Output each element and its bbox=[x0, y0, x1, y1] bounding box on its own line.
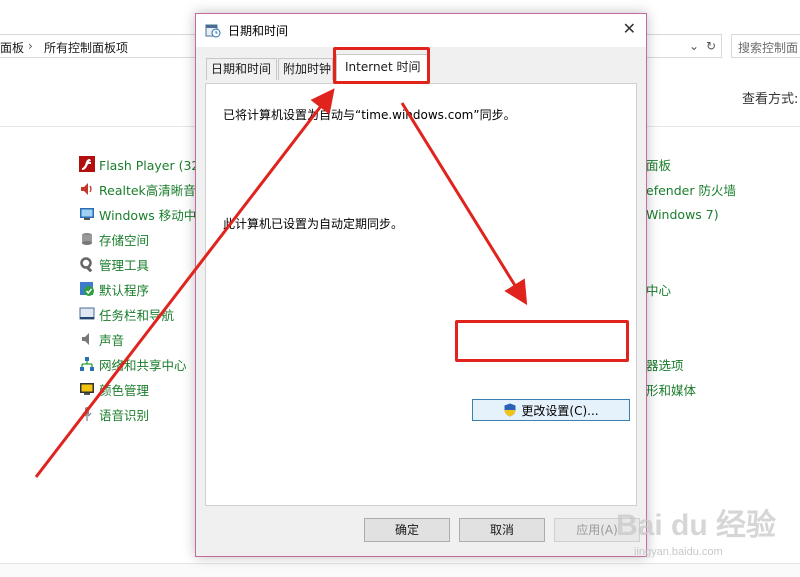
cp-item-speech-recognition[interactable]: 语音识别 bbox=[79, 405, 149, 423]
default-programs-icon bbox=[80, 282, 94, 296]
clock-calendar-icon bbox=[205, 24, 221, 38]
chevron-down-icon[interactable]: ⌄ bbox=[686, 38, 702, 54]
network-icon bbox=[80, 357, 94, 371]
change-settings-button[interactable]: 更改设置(C)... bbox=[472, 399, 630, 421]
sync-status-text: 已将计算机设置为自动与“time.windows.com”同步。 bbox=[223, 108, 516, 122]
highlight-change-settings-button bbox=[455, 320, 629, 362]
tab-additional-clocks[interactable]: 附加时钟 bbox=[278, 58, 333, 80]
cp-item-right-6[interactable]: 形和媒体 bbox=[646, 380, 696, 398]
color-management-icon bbox=[80, 383, 94, 395]
uac-shield-icon bbox=[504, 403, 516, 417]
dialog-titlebar[interactable]: 日期和时间 ✕ bbox=[196, 14, 646, 47]
schedule-status-text: 此计算机已设置为自动定期同步。 bbox=[223, 217, 404, 231]
cp-item-default-programs[interactable]: 默认程序 bbox=[79, 280, 149, 298]
cp-item-sound[interactable]: 声音 bbox=[79, 330, 124, 348]
cp-item-right-1[interactable]: 面板 bbox=[646, 155, 671, 173]
cp-item-taskbar[interactable]: 任务栏和导航 bbox=[79, 305, 174, 323]
ok-button[interactable]: 确定 bbox=[364, 518, 450, 542]
cp-item-label: 语音识别 bbox=[99, 407, 150, 423]
taskbar-icon bbox=[79, 307, 95, 320]
flash-icon bbox=[79, 156, 95, 172]
cp-item-label: 任务栏和导航 bbox=[99, 307, 175, 323]
storage-icon bbox=[82, 233, 92, 245]
cp-item-right-4[interactable]: 中心 bbox=[646, 280, 671, 298]
watermark-url: jingyan.baidu.com bbox=[634, 546, 723, 558]
breadcrumb-control-panel[interactable]: 面板 bbox=[0, 39, 24, 56]
search-input[interactable]: 搜索控制面 bbox=[731, 34, 800, 58]
cp-item-label: 形和媒体 bbox=[646, 382, 697, 398]
speaker-icon bbox=[81, 183, 92, 195]
breadcrumb-all-items[interactable]: 所有控制面板项 bbox=[44, 39, 128, 56]
apply-button[interactable]: 应用(A) bbox=[554, 518, 640, 542]
cp-item-label: 网络和共享中心 bbox=[99, 357, 187, 373]
cancel-button[interactable]: 取消 bbox=[459, 518, 545, 542]
close-icon[interactable]: ✕ bbox=[623, 20, 636, 38]
cp-item-network-center[interactable]: 网络和共享中心 bbox=[79, 355, 187, 373]
cp-item-label: efender 防火墙 bbox=[646, 182, 736, 198]
cp-item-right-3[interactable]: Windows 7) bbox=[646, 205, 719, 223]
breadcrumb-separator: › bbox=[28, 39, 33, 53]
tab-date-time[interactable]: 日期和时间 bbox=[206, 58, 277, 80]
view-by-label[interactable]: 查看方式: bbox=[742, 88, 798, 107]
cp-item-label: 器选项 bbox=[646, 357, 684, 373]
cp-item-admin-tools[interactable]: 管理工具 bbox=[79, 255, 149, 273]
highlight-internet-time-tab bbox=[333, 47, 430, 84]
cp-item-storage-spaces[interactable]: 存储空间 bbox=[79, 230, 149, 248]
refresh-icon[interactable]: ↻ bbox=[703, 38, 719, 54]
dialog-title: 日期和时间 bbox=[228, 24, 289, 38]
sound-icon bbox=[82, 333, 89, 345]
status-bar bbox=[0, 563, 800, 577]
cp-item-right-5[interactable]: 器选项 bbox=[646, 355, 684, 373]
mobility-center-icon bbox=[80, 208, 94, 220]
cp-item-realtek-audio[interactable]: Realtek高清晰音频 bbox=[79, 180, 208, 198]
cp-item-mobility-center[interactable]: Windows 移动中心 bbox=[79, 205, 209, 223]
cp-item-label: Windows 7) bbox=[646, 206, 719, 222]
cp-item-label: 管理工具 bbox=[99, 257, 150, 273]
cp-item-color-management[interactable]: 颜色管理 bbox=[79, 380, 149, 398]
cp-item-label: 颜色管理 bbox=[99, 382, 150, 398]
date-time-dialog: 日期和时间 ✕ 日期和时间 附加时钟 已将计算机设置为自动与“time.wind… bbox=[195, 13, 647, 557]
cp-item-label: 声音 bbox=[99, 332, 125, 348]
microphone-icon bbox=[82, 407, 92, 421]
cp-item-label: Windows 移动中心 bbox=[99, 207, 209, 223]
cp-item-label: Realtek高清晰音频 bbox=[99, 182, 209, 198]
cp-item-label: 存储空间 bbox=[99, 232, 150, 248]
change-settings-label: 更改设置(C)... bbox=[521, 403, 599, 418]
cp-item-label: 默认程序 bbox=[99, 282, 150, 298]
admin-tools-icon bbox=[80, 257, 93, 272]
internet-time-panel: 已将计算机设置为自动与“time.windows.com”同步。 此计算机已设置… bbox=[205, 83, 637, 506]
cp-item-label: 面板 bbox=[646, 157, 672, 173]
cp-item-label: 中心 bbox=[646, 282, 672, 298]
cp-item-right-2[interactable]: efender 防火墙 bbox=[646, 180, 736, 198]
